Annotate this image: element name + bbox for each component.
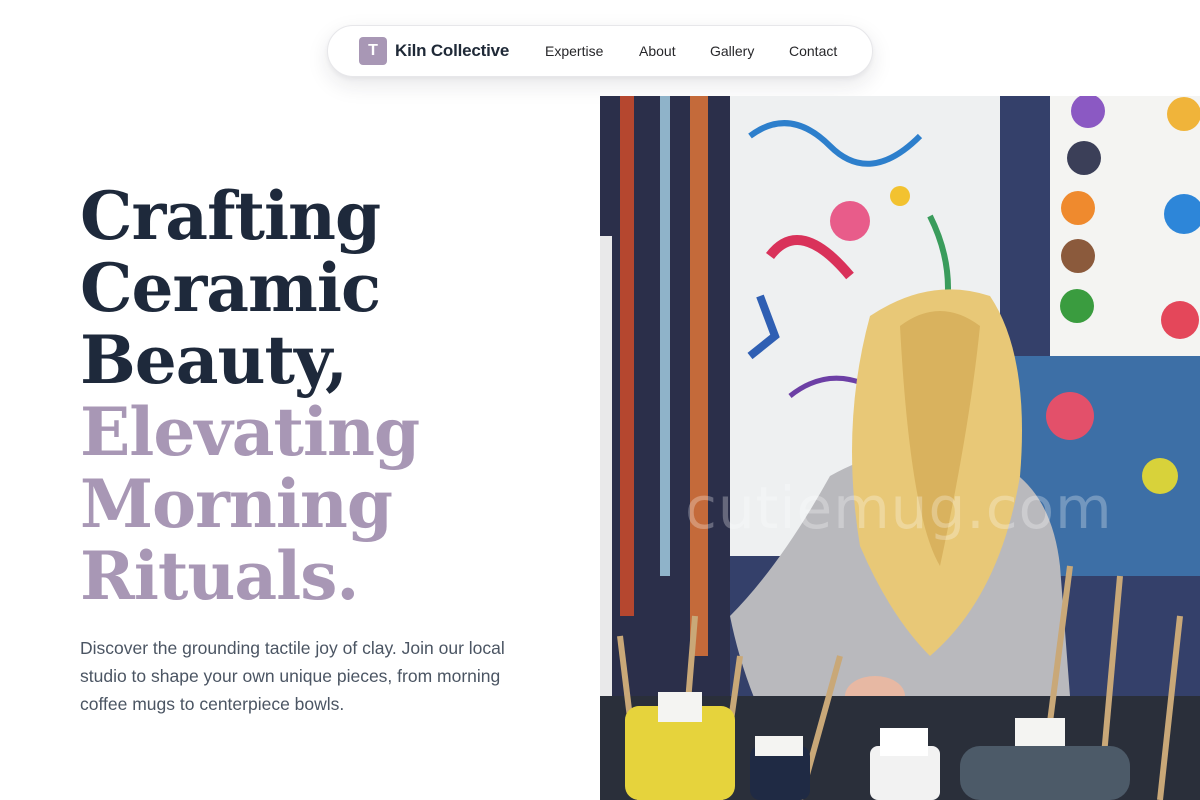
nav-link-expertise[interactable]: Expertise xyxy=(545,43,603,59)
top-nav: T Kiln Collective Expertise About Galler… xyxy=(327,25,873,77)
brand-mark-icon: T xyxy=(359,37,387,65)
headline-line: Beauty, xyxy=(80,321,348,399)
nav-link-contact[interactable]: Contact xyxy=(789,43,837,59)
hero-description: Discover the grounding tactile joy of cl… xyxy=(80,638,505,714)
headline-line-accent: Elevating xyxy=(80,393,420,471)
nav-link-about[interactable]: About xyxy=(639,43,676,59)
hero-photo: cutiemug.com xyxy=(600,96,1200,800)
nav-link-gallery[interactable]: Gallery xyxy=(710,43,754,59)
headline-line: Crafting xyxy=(80,177,381,255)
hero-headline: Crafting Ceramic Beauty, Elevating Morni… xyxy=(80,180,590,612)
image-watermark: cutiemug.com xyxy=(685,474,1113,542)
headline-line-accent: Rituals. xyxy=(80,537,359,615)
brand-logo[interactable]: T Kiln Collective xyxy=(359,37,509,65)
headline-line-accent: Morning xyxy=(80,465,393,543)
hero-photo-illustration xyxy=(600,96,1200,800)
brand-name: Kiln Collective xyxy=(395,41,510,60)
headline-line: Ceramic xyxy=(80,249,381,327)
